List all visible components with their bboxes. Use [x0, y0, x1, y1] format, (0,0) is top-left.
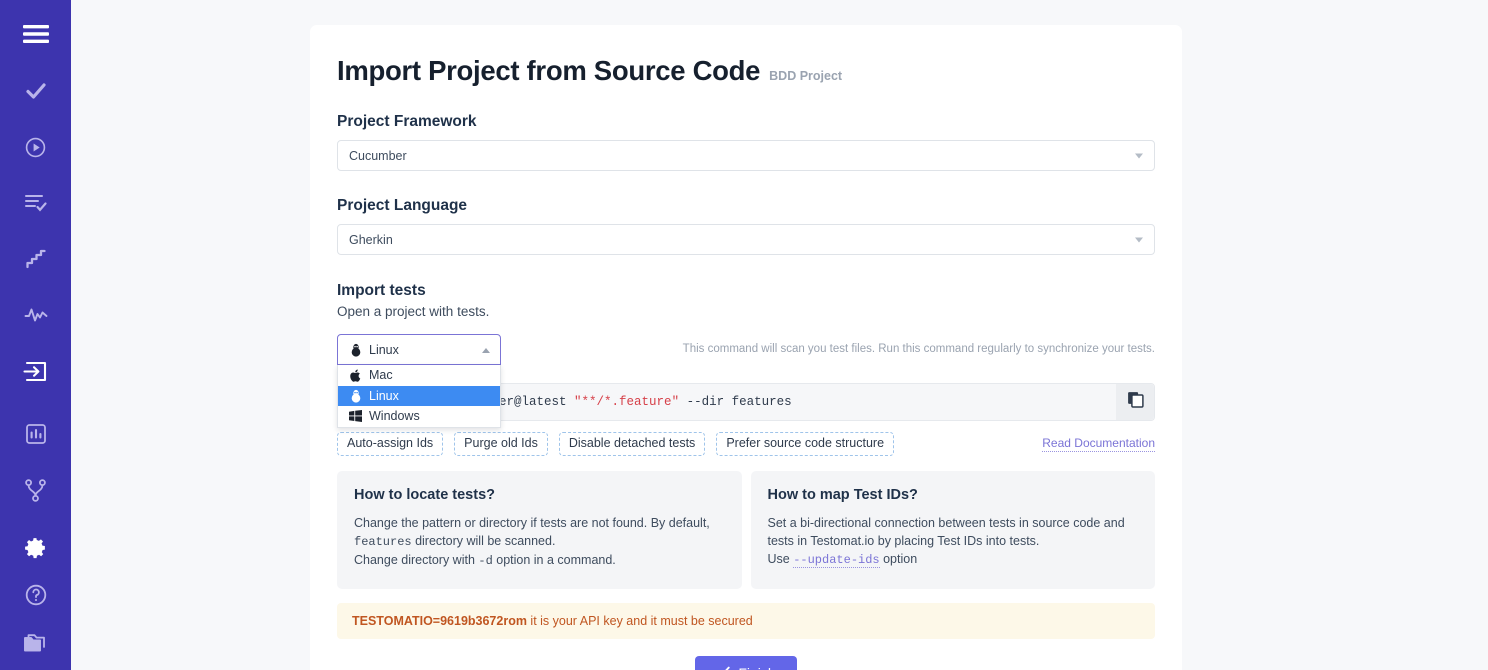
page-title: Import Project from Source Code	[337, 55, 760, 87]
project-language-select[interactable]: Gherkin	[337, 224, 1155, 255]
sidebar-item-test-plans[interactable]	[12, 179, 60, 227]
sidebar-item-projects[interactable]	[12, 619, 60, 667]
api-key-warning: TESTOMATIO=9619b3672rom it is your API k…	[337, 603, 1155, 639]
chevron-up-icon	[482, 348, 490, 353]
check-icon	[716, 665, 730, 670]
info-text: Use	[768, 552, 794, 566]
import-tests-description: Open a project with tests.	[337, 304, 1155, 319]
sidebar-item-settings[interactable]	[12, 523, 60, 571]
tag-auto-assign-ids[interactable]: Auto-assign Ids	[337, 432, 443, 456]
code-features: features	[354, 535, 412, 549]
chevron-down-icon	[1135, 153, 1143, 158]
api-key-warning-text: it is your API key and it must be secure…	[527, 614, 753, 628]
copy-command-button[interactable]	[1116, 384, 1154, 420]
info-text: directory will be scanned.	[412, 534, 556, 548]
linux-penguin-icon	[349, 343, 362, 357]
os-select-value: Linux	[369, 343, 399, 357]
update-ids-link[interactable]: --update-ids	[793, 553, 879, 568]
os-option-linux[interactable]: Linux	[338, 386, 500, 407]
folders-icon	[23, 632, 49, 654]
sidebar-item-tests[interactable]	[12, 67, 60, 115]
linux-penguin-icon	[349, 389, 362, 403]
sidebar-item-analytics-pulse[interactable]	[12, 291, 60, 339]
info-card-title: How to locate tests?	[354, 487, 725, 503]
sidebar	[0, 0, 71, 670]
sidebar-item-steps[interactable]	[12, 235, 60, 283]
os-dropdown-menu: Mac Linux	[337, 365, 501, 428]
api-key-value: TESTOMATIO=9619b3672rom	[352, 614, 527, 628]
info-card-title: How to map Test IDs?	[768, 487, 1139, 503]
command-options-row: Auto-assign Ids Purge old Ids Disable de…	[337, 432, 1155, 456]
sidebar-item-help[interactable]	[12, 571, 60, 619]
windows-icon	[349, 410, 362, 422]
sidebar-item-import[interactable]	[12, 347, 60, 395]
tag-purge-old-ids[interactable]: Purge old Ids	[454, 432, 548, 456]
list-check-icon	[24, 192, 48, 214]
tag-disable-detached-tests[interactable]: Disable detached tests	[559, 432, 705, 456]
sidebar-item-runs[interactable]	[12, 123, 60, 171]
os-selector-row: Linux Mac	[337, 334, 1155, 365]
os-select-trigger[interactable]: Linux	[337, 334, 501, 365]
pulse-icon	[24, 305, 48, 325]
project-framework-select[interactable]: Cucumber	[337, 140, 1155, 171]
import-arrow-icon	[23, 360, 48, 383]
stairs-icon	[25, 248, 47, 270]
apple-icon	[349, 369, 362, 382]
os-option-label: Linux	[369, 389, 399, 403]
info-card-locate-tests: How to locate tests? Change the pattern …	[337, 471, 742, 589]
info-cards: How to locate tests? Change the pattern …	[337, 471, 1155, 589]
hamburger-icon	[23, 24, 49, 44]
info-text: Change the pattern or directory if tests…	[354, 516, 710, 530]
info-text: Set a bi-directional connection between …	[768, 516, 1125, 548]
os-option-windows[interactable]: Windows	[338, 406, 500, 427]
command-hint: This command will scan you test files. R…	[683, 334, 1155, 355]
project-language-label: Project Language	[337, 197, 1155, 215]
read-documentation-link[interactable]: Read Documentation	[1042, 436, 1155, 452]
question-circle-icon	[24, 583, 48, 607]
info-text: option in a command.	[493, 553, 616, 567]
command-suffix: --dir features	[679, 395, 792, 409]
chart-box-icon	[25, 423, 47, 445]
project-framework-value: Cucumber	[349, 149, 407, 163]
finish-button[interactable]: Finish	[695, 656, 796, 670]
page-subtitle: BDD Project	[769, 69, 842, 83]
os-option-mac[interactable]: Mac	[338, 365, 500, 386]
os-option-label: Windows	[369, 409, 420, 423]
finish-row: Finish	[337, 656, 1155, 670]
check-icon	[24, 79, 48, 103]
os-option-label: Mac	[369, 368, 393, 382]
project-language-value: Gherkin	[349, 233, 393, 247]
sidebar-item-reports[interactable]	[12, 410, 60, 458]
play-circle-icon	[24, 136, 47, 159]
command-pattern: "**/*.feature"	[574, 395, 679, 409]
branch-icon	[25, 479, 46, 502]
sidebar-item-branches[interactable]	[12, 466, 60, 514]
copy-icon	[1127, 391, 1144, 413]
import-project-card: Import Project from Source Code BDD Proj…	[310, 25, 1182, 670]
gear-icon	[23, 535, 48, 560]
page-header: Import Project from Source Code BDD Proj…	[337, 55, 1155, 87]
info-text: Change directory with	[354, 553, 478, 567]
info-card-body: Set a bi-directional connection between …	[768, 514, 1139, 570]
info-card-map-test-ids: How to map Test IDs? Set a bi-directiona…	[751, 471, 1156, 589]
os-selector: Linux Mac	[337, 334, 501, 365]
finish-button-label: Finish	[738, 665, 775, 670]
info-card-body: Change the pattern or directory if tests…	[354, 514, 725, 571]
info-text: option	[880, 552, 918, 566]
project-framework-label: Project Framework	[337, 113, 1155, 131]
code-d-option: -d	[478, 554, 492, 568]
sidebar-item-menu-toggle[interactable]	[12, 10, 60, 58]
tag-prefer-source-code-structure[interactable]: Prefer source code structure	[716, 432, 894, 456]
import-tests-label: Import tests	[337, 282, 1155, 300]
chevron-down-icon	[1135, 237, 1143, 242]
